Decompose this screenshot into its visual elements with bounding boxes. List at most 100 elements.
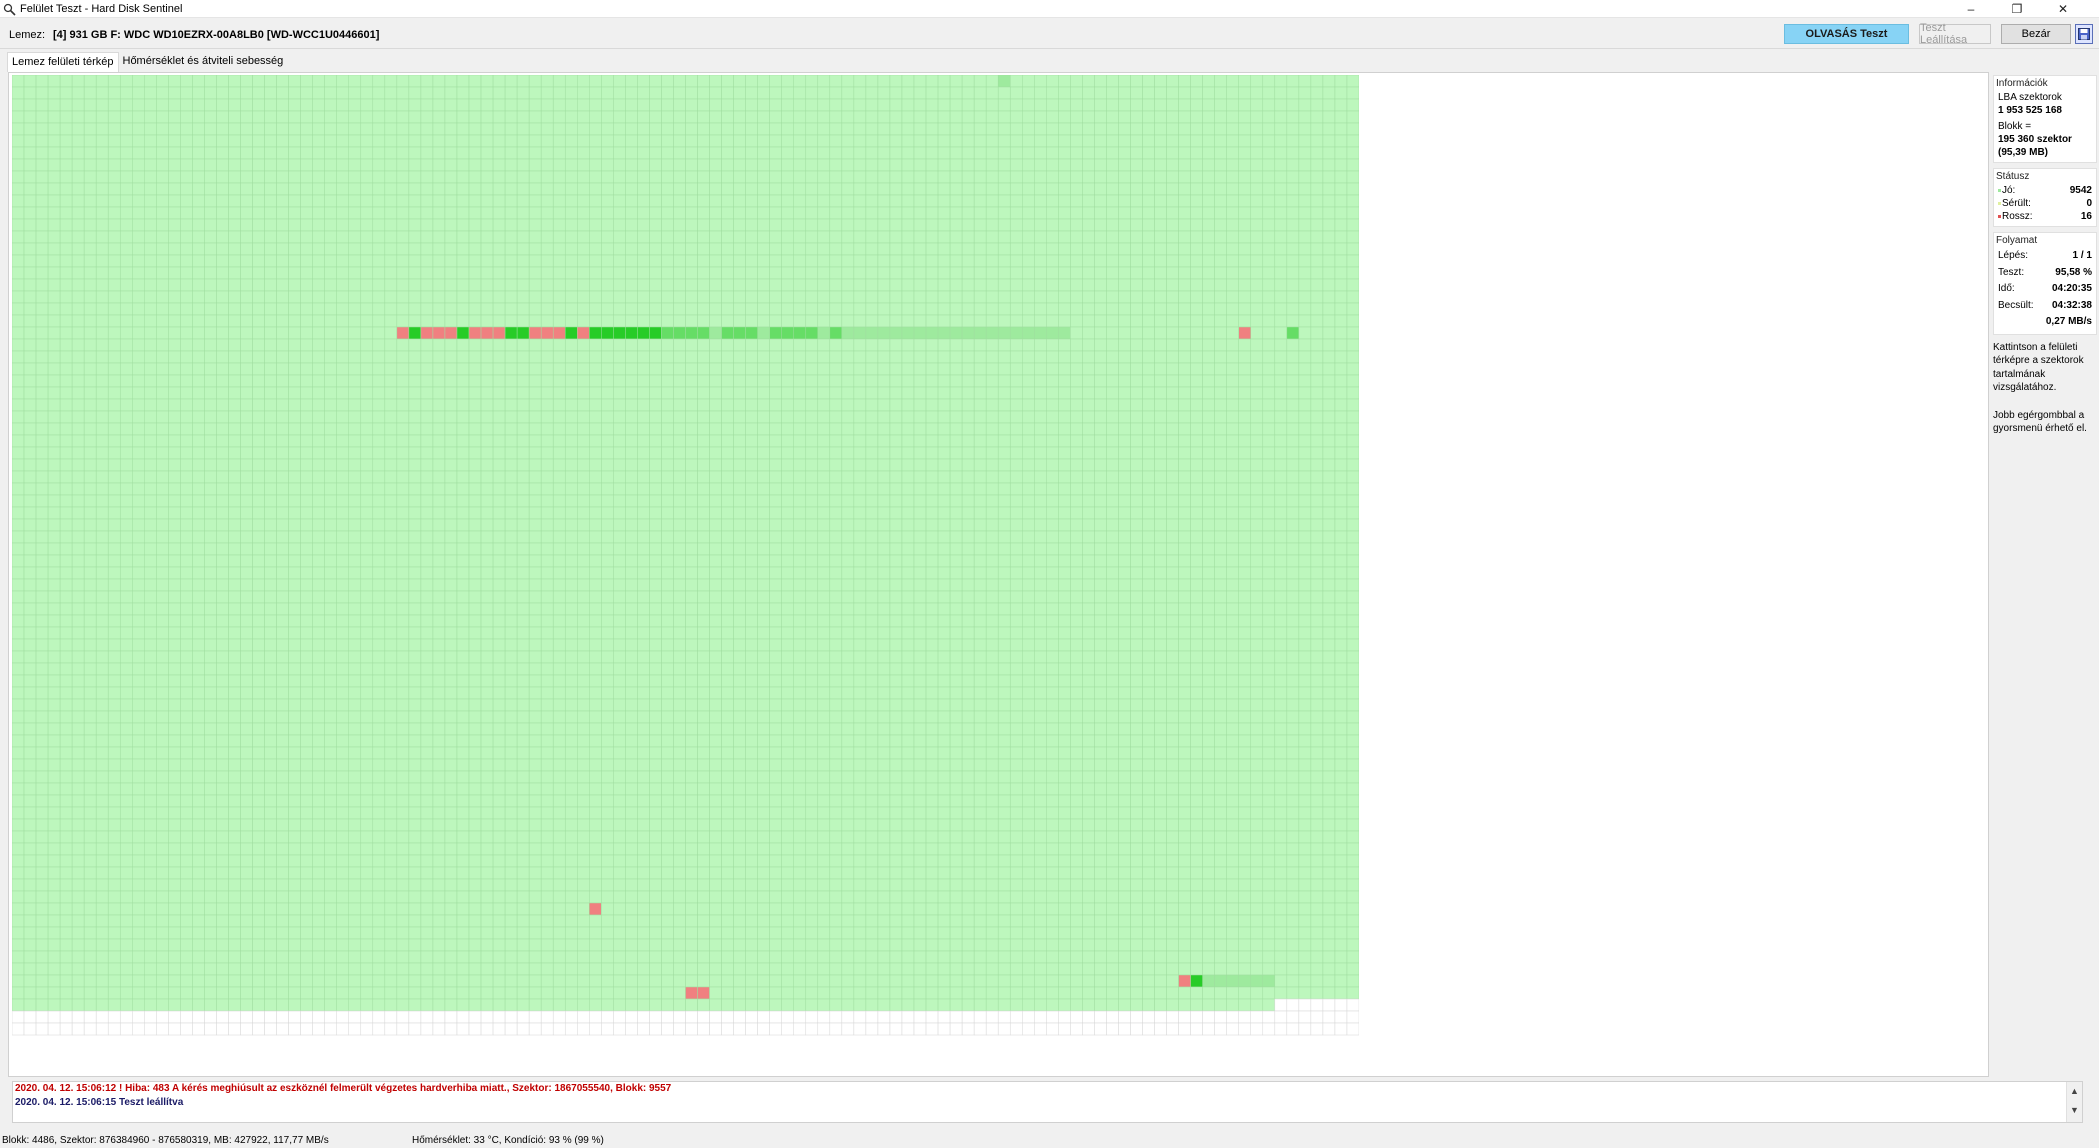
block-cell-good[interactable] xyxy=(1046,410,1059,424)
block-cell-good[interactable] xyxy=(937,350,951,364)
block-cell-good[interactable] xyxy=(1346,230,1359,244)
block-cell-good[interactable] xyxy=(336,518,350,532)
block-cell-good[interactable] xyxy=(841,122,855,136)
block-cell-good[interactable] xyxy=(540,350,554,364)
block-cell-good[interactable] xyxy=(156,230,169,244)
block-cell-good[interactable] xyxy=(985,482,999,496)
block-cell-good[interactable] xyxy=(372,434,386,448)
block-cell-good[interactable] xyxy=(1346,506,1359,520)
block-cell-good[interactable] xyxy=(1082,446,1095,460)
block-cell-good[interactable] xyxy=(1250,206,1264,220)
block-cell-good[interactable] xyxy=(1082,374,1095,388)
block-cell-good[interactable] xyxy=(613,446,626,460)
block-cell-good[interactable] xyxy=(396,182,410,196)
block-cell-good[interactable] xyxy=(1070,338,1083,352)
block-cell-good[interactable] xyxy=(71,386,85,400)
block-cell-good[interactable] xyxy=(252,314,265,328)
block-cell-good[interactable] xyxy=(721,374,734,388)
block-cell-good[interactable] xyxy=(360,542,374,556)
block-cell-good[interactable] xyxy=(1009,566,1023,580)
block-cell-good[interactable] xyxy=(877,98,891,112)
block-cell-good[interactable] xyxy=(997,218,1011,232)
block-cell-good[interactable] xyxy=(1214,290,1227,304)
block-cell-good[interactable] xyxy=(1190,122,1203,136)
block-cell-good[interactable] xyxy=(1346,182,1359,196)
block-cell-good[interactable] xyxy=(348,386,362,400)
block-cell-good[interactable] xyxy=(59,302,73,316)
block-cell-good[interactable] xyxy=(1034,302,1047,316)
block-cell-good[interactable] xyxy=(1310,362,1324,376)
block-cell-good[interactable] xyxy=(973,290,987,304)
block-cell-good[interactable] xyxy=(204,398,217,412)
block-cell-good[interactable] xyxy=(408,350,422,364)
block-cell-good[interactable] xyxy=(83,542,97,556)
block-cell-good[interactable] xyxy=(973,506,987,520)
block-cell-good[interactable] xyxy=(192,446,205,460)
block-cell-good[interactable] xyxy=(336,386,350,400)
block-cell-good[interactable] xyxy=(841,518,855,532)
block-cell-good[interactable] xyxy=(107,338,121,352)
block-cell-good[interactable] xyxy=(83,254,97,268)
block-cell-good[interactable] xyxy=(709,350,722,364)
block-cell-good[interactable] xyxy=(288,170,301,184)
block-cell-good[interactable] xyxy=(468,278,482,292)
block-cell-good[interactable] xyxy=(216,518,229,532)
block-cell-good[interactable] xyxy=(468,530,482,544)
block-cell-good[interactable] xyxy=(1094,254,1107,268)
block-cell-good[interactable] xyxy=(1034,530,1047,544)
block-cell-good[interactable] xyxy=(132,422,145,436)
block-cell-good[interactable] xyxy=(1094,206,1107,220)
block-cell-good[interactable] xyxy=(829,110,843,124)
block-cell-good[interactable] xyxy=(961,554,975,568)
block-cell-good[interactable] xyxy=(709,314,722,328)
block-cell-good[interactable] xyxy=(348,230,362,244)
block-cell-good[interactable] xyxy=(360,482,374,496)
block-cell-good[interactable] xyxy=(264,218,277,232)
block-cell-good[interactable] xyxy=(649,314,662,328)
block-cell-good[interactable] xyxy=(649,554,662,568)
block-cell-good[interactable] xyxy=(300,170,313,184)
block-cell-good[interactable] xyxy=(697,86,710,100)
block-cell-good[interactable] xyxy=(673,266,686,280)
block-cell-good[interactable] xyxy=(805,254,819,268)
block-cell-good[interactable] xyxy=(1334,542,1348,556)
block-cell-good[interactable] xyxy=(372,98,386,112)
block-cell-good[interactable] xyxy=(925,290,939,304)
block-cell-good[interactable] xyxy=(661,338,674,352)
block-cell-good[interactable] xyxy=(961,506,975,520)
block-cell-good[interactable] xyxy=(985,470,999,484)
block-cell-good[interactable] xyxy=(59,170,73,184)
block-cell-good[interactable] xyxy=(192,410,205,424)
block-cell-good[interactable] xyxy=(1322,302,1336,316)
block-cell-good[interactable] xyxy=(901,410,915,424)
block-cell-good[interactable] xyxy=(673,530,686,544)
block-cell-good[interactable] xyxy=(1226,494,1239,508)
block-cell-good[interactable] xyxy=(396,350,410,364)
block-cell-good[interactable] xyxy=(1262,398,1276,412)
block-cell-good[interactable] xyxy=(360,434,374,448)
block-cell-good[interactable] xyxy=(1346,458,1359,472)
block-cell-good[interactable] xyxy=(985,194,999,208)
block-cell-good[interactable] xyxy=(47,374,61,388)
block-cell-good[interactable] xyxy=(1238,422,1252,436)
block-cell-good[interactable] xyxy=(23,422,37,436)
block-cell-good[interactable] xyxy=(1058,590,1071,604)
block-cell-good[interactable] xyxy=(552,398,566,412)
block-cell-good[interactable] xyxy=(336,146,350,160)
block-cell-good[interactable] xyxy=(47,494,61,508)
block-cell-good[interactable] xyxy=(552,362,566,376)
block-cell-good[interactable] xyxy=(264,470,277,484)
block-cell-good[interactable] xyxy=(841,194,855,208)
block-cell-good[interactable] xyxy=(673,494,686,508)
block-cell-good[interactable] xyxy=(745,566,758,580)
block-cell-good[interactable] xyxy=(1286,494,1300,508)
block-cell-good[interactable] xyxy=(997,86,1011,100)
block-cell-good[interactable] xyxy=(709,338,722,352)
block-cell-good[interactable] xyxy=(769,110,782,124)
block-cell-good[interactable] xyxy=(757,278,770,292)
block-cell-good[interactable] xyxy=(312,110,325,124)
block-cell-good[interactable] xyxy=(240,158,253,172)
block-cell-good[interactable] xyxy=(997,158,1011,172)
block-cell-good[interactable] xyxy=(685,422,698,436)
block-cell-good[interactable] xyxy=(889,434,903,448)
